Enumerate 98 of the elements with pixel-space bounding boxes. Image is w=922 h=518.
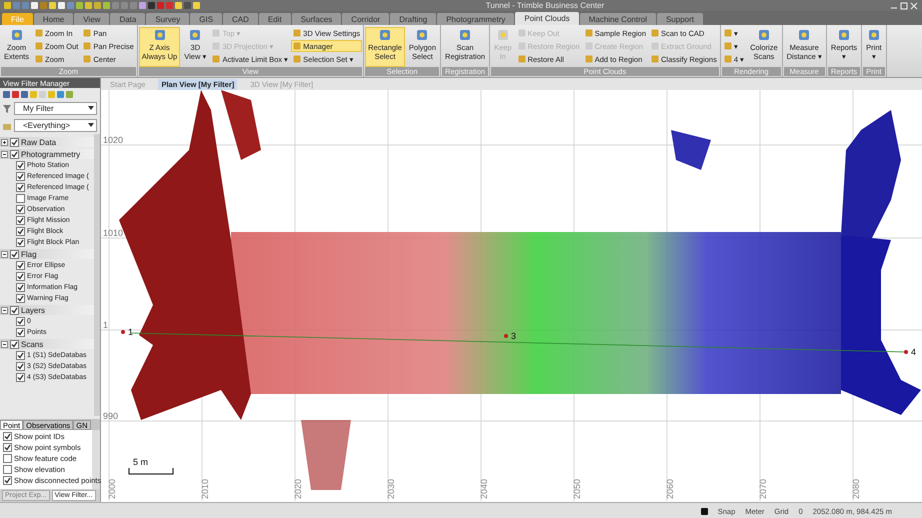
collapse-icon[interactable] [1, 340, 8, 348]
scale-label: 5 m [133, 457, 148, 467]
menu-tab[interactable]: Point Clouds [515, 12, 579, 25]
tree-label: Photogrammetry [21, 150, 80, 158]
tool-icon [868, 29, 880, 41]
menu-tab[interactable]: Machine Control [580, 13, 656, 25]
checkbox[interactable] [16, 161, 25, 170]
checkbox[interactable] [16, 194, 25, 203]
filter-icon [3, 104, 11, 112]
checkbox[interactable] [3, 454, 12, 463]
tree-label: Raw Data [21, 138, 56, 146]
point-label: 4 [911, 347, 916, 357]
axis-label: 2020 [293, 478, 303, 499]
checkbox[interactable] [16, 205, 25, 214]
checkbox[interactable] [16, 272, 25, 281]
menu-tab[interactable]: Survey [146, 13, 190, 25]
checkbox[interactable] [3, 443, 12, 452]
checkbox[interactable] [10, 138, 19, 146]
checkbox[interactable] [3, 465, 12, 474]
tool-icon [798, 29, 810, 41]
expand-icon[interactable] [1, 138, 8, 146]
dropdown-arrow-icon [87, 104, 95, 112]
point-label: 3 [511, 331, 516, 341]
survey-point-icon[interactable] [121, 330, 125, 334]
tree-group[interactable]: Photogrammetry [0, 149, 94, 159]
checkbox[interactable] [16, 373, 25, 382]
checkbox[interactable] [3, 476, 12, 485]
collapse-icon[interactable] [1, 306, 8, 314]
tool-icon [459, 29, 472, 41]
collapse-icon[interactable] [1, 250, 8, 258]
checkbox[interactable] [16, 362, 25, 371]
menu-tab[interactable]: Photogrammetry [437, 13, 514, 25]
tool-icon [838, 29, 850, 41]
tree-label: Flag [21, 250, 37, 258]
dropdown-arrow-icon [87, 121, 95, 129]
tree-group[interactable]: Scans [0, 339, 94, 349]
axis-label: 1010 [103, 228, 124, 238]
checkbox[interactable] [3, 432, 12, 441]
tool-icon [379, 29, 392, 41]
checkbox[interactable] [16, 216, 25, 225]
menu-tab[interactable]: Surfaces [292, 13, 342, 25]
menu-tab[interactable]: Data [110, 13, 146, 25]
checkbox[interactable] [10, 340, 19, 348]
checkbox[interactable] [16, 227, 25, 236]
menu-tab[interactable]: Drafting [390, 13, 436, 25]
folder-icon [3, 122, 11, 130]
checkbox[interactable] [16, 261, 25, 270]
checkbox[interactable] [16, 351, 25, 360]
axis-label: 1 [103, 320, 108, 330]
tree-label: Scans [21, 340, 44, 348]
menu-tab[interactable]: GIS [190, 13, 222, 25]
checkbox[interactable] [16, 172, 25, 181]
window-title: Tunnel - Trimble Business Center [484, 1, 606, 10]
axis-label: 2000 [107, 478, 117, 499]
tool-icon [416, 29, 428, 41]
filter-dropdown[interactable]: My Filter [14, 102, 97, 115]
point-label: 1 [128, 327, 134, 337]
checkbox[interactable] [16, 183, 25, 192]
survey-point-icon[interactable] [504, 334, 508, 338]
axis-label: 990 [103, 411, 118, 421]
axis-label: 2060 [665, 478, 675, 499]
checkbox[interactable] [10, 150, 19, 158]
menu-tab[interactable]: Corridor [342, 13, 390, 25]
scope-dropdown[interactable]: <Everything> [14, 119, 97, 132]
checkbox[interactable] [16, 317, 25, 326]
menu-tab[interactable]: Home [34, 13, 74, 25]
close-icon[interactable] [910, 2, 918, 10]
menu-tab[interactable]: Support [656, 13, 703, 25]
checkbox[interactable] [10, 306, 19, 314]
tree-label: Layers [21, 306, 46, 314]
collapse-icon[interactable] [1, 150, 8, 158]
menu-tab[interactable]: Edit [258, 13, 291, 25]
tree-group[interactable]: Flag [0, 249, 94, 259]
tree-group[interactable]: Raw Data [0, 137, 94, 147]
survey-point-icon[interactable] [904, 350, 908, 354]
axis-label: 2070 [758, 478, 768, 499]
axis-label: 1020 [103, 135, 124, 145]
checkbox[interactable] [10, 250, 19, 258]
tool-icon [189, 29, 202, 41]
checkbox[interactable] [16, 283, 25, 292]
axis-label: 2040 [479, 478, 489, 499]
checkbox[interactable] [16, 328, 25, 337]
tool-icon [496, 29, 509, 41]
axis-label: 2080 [851, 478, 861, 499]
axis-label: 2010 [200, 478, 210, 499]
tree-group[interactable]: Layers [0, 305, 94, 315]
menu-tab[interactable]: CAD [223, 13, 258, 25]
snap-icon [700, 508, 708, 514]
checkbox[interactable] [16, 294, 25, 303]
tool-icon [154, 29, 166, 41]
tool-icon [10, 29, 22, 41]
axis-label: 2030 [386, 478, 396, 499]
menu-tab[interactable]: View [74, 13, 110, 25]
axis-label: 2050 [572, 478, 582, 499]
maximize-icon[interactable] [900, 2, 908, 10]
scale-bar [128, 468, 174, 474]
checkbox[interactable] [16, 238, 25, 247]
tool-icon [758, 29, 770, 41]
